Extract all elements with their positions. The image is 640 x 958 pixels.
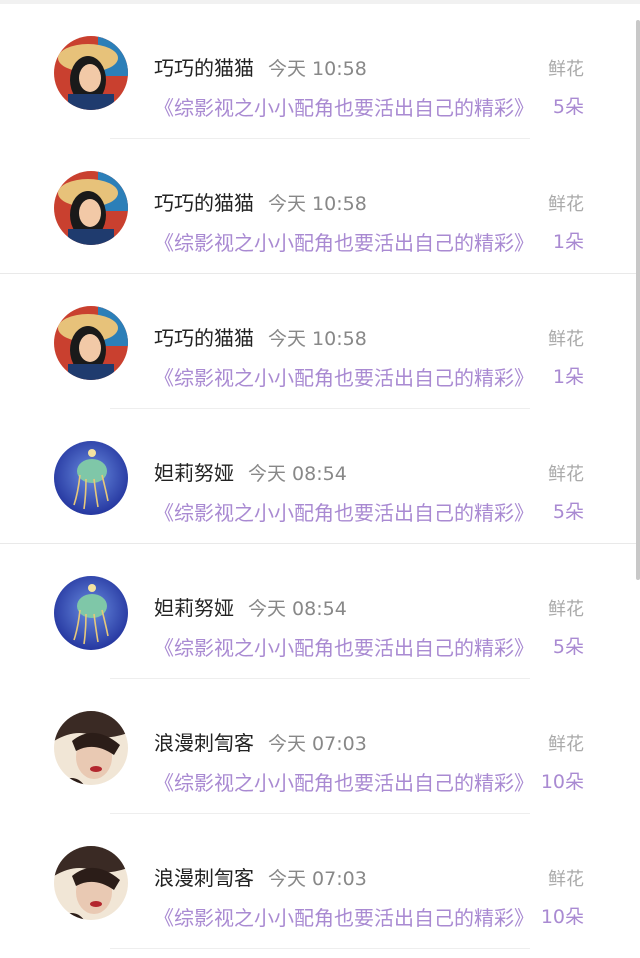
sender-name-text: 浪漫刺訇客 (154, 731, 254, 755)
gift-type-label: 鲜花 (548, 464, 584, 485)
sender-name-text: 巧巧的猫猫 (154, 326, 254, 350)
gift-count: 10朵 (540, 771, 584, 793)
avatar[interactable] (54, 576, 128, 650)
list-item[interactable]: 巧巧的猫猫 今天 10:58 《综影视之小小配角也要活出自己的精彩》 鲜花 1朵 (0, 139, 640, 274)
send-time: 今天 07:03 (268, 868, 367, 890)
send-time: 今天 10:58 (268, 193, 367, 215)
woman-hat-avatar-icon (54, 171, 128, 245)
woman-hat-avatar-icon (54, 306, 128, 380)
gift-type-label: 鲜花 (548, 869, 584, 890)
send-time: 今天 10:58 (268, 58, 367, 80)
hat-woman-portrait-avatar-icon (54, 711, 128, 785)
avatar[interactable] (54, 306, 128, 380)
send-time: 今天 10:58 (268, 328, 367, 350)
book-title-link[interactable]: 《综影视之小小配角也要活出自己的精彩》 (154, 635, 534, 661)
sender-name: 巧巧的猫猫 今天 10:58 (154, 190, 367, 217)
book-title-link[interactable]: 《综影视之小小配角也要活出自己的精彩》 (154, 905, 534, 931)
book-title-link[interactable]: 《综影视之小小配角也要活出自己的精彩》 (154, 95, 534, 121)
woman-hat-avatar-icon (54, 36, 128, 110)
gift-type-label: 鲜花 (548, 59, 584, 80)
send-time: 今天 07:03 (268, 733, 367, 755)
sender-name-text: 妲莉努娅 (154, 461, 234, 485)
avatar[interactable] (54, 441, 128, 515)
jellyfish-avatar-icon (54, 441, 128, 515)
sender-name: 浪漫刺訇客 今天 07:03 (154, 730, 367, 757)
avatar[interactable] (54, 171, 128, 245)
gift-record-list: 巧巧的猫猫 今天 10:58 《综影视之小小配角也要活出自己的精彩》 鲜花 5朵 … (0, 0, 640, 958)
list-item[interactable]: 巧巧的猫猫 今天 10:58 《综影视之小小配角也要活出自己的精彩》 鲜花 1朵 (0, 274, 640, 409)
sender-name-text: 浪漫刺訇客 (154, 866, 254, 890)
book-title-link[interactable]: 《综影视之小小配角也要活出自己的精彩》 (154, 770, 534, 796)
book-title-link[interactable]: 《综影视之小小配角也要活出自己的精彩》 (154, 500, 534, 526)
sender-name: 浪漫刺訇客 今天 07:03 (154, 865, 367, 892)
gift-count: 5朵 (552, 501, 584, 523)
sender-name-text: 妲莉努娅 (154, 596, 234, 620)
list-item[interactable]: 妲莉努娅 今天 08:54 《综影视之小小配角也要活出自己的精彩》 鲜花 5朵 (0, 409, 640, 544)
gift-count: 1朵 (552, 231, 584, 253)
sender-name: 妲莉努娅 今天 08:54 (154, 460, 347, 487)
avatar[interactable] (54, 36, 128, 110)
gift-count: 1朵 (552, 366, 584, 388)
gift-type-label: 鲜花 (548, 734, 584, 755)
send-time: 今天 08:54 (248, 598, 347, 620)
send-time: 今天 08:54 (248, 463, 347, 485)
avatar[interactable] (54, 846, 128, 920)
list-item[interactable]: 浪漫刺訇客 今天 07:03 《综影视之小小配角也要活出自己的精彩》 鲜花 10朵 (0, 679, 640, 814)
list-item[interactable]: 浪漫刺訇客 今天 07:03 《综影视之小小配角也要活出自己的精彩》 鲜花 10朵 (0, 814, 640, 949)
scrollbar[interactable] (636, 20, 640, 580)
sender-name-text: 巧巧的猫猫 (154, 191, 254, 215)
sender-name-text: 巧巧的猫猫 (154, 56, 254, 80)
list-item[interactable]: 巧巧的猫猫 今天 10:58 《综影视之小小配角也要活出自己的精彩》 鲜花 5朵 (0, 4, 640, 139)
gift-count: 5朵 (552, 636, 584, 658)
gift-type-label: 鲜花 (548, 329, 584, 350)
sender-name: 巧巧的猫猫 今天 10:58 (154, 55, 367, 82)
list-item[interactable]: 妲莉努娅 今天 08:54 《综影视之小小配角也要活出自己的精彩》 鲜花 5朵 (0, 544, 640, 679)
gift-type-label: 鲜花 (548, 194, 584, 215)
gift-count: 5朵 (552, 96, 584, 118)
avatar[interactable] (54, 711, 128, 785)
hat-woman-portrait-avatar-icon (54, 846, 128, 920)
sender-name: 巧巧的猫猫 今天 10:58 (154, 325, 367, 352)
row-divider (110, 948, 530, 949)
book-title-link[interactable]: 《综影视之小小配角也要活出自己的精彩》 (154, 365, 534, 391)
gift-type-label: 鲜花 (548, 599, 584, 620)
sender-name: 妲莉努娅 今天 08:54 (154, 595, 347, 622)
gift-count: 10朵 (540, 906, 584, 928)
book-title-link[interactable]: 《综影视之小小配角也要活出自己的精彩》 (154, 230, 534, 256)
jellyfish-avatar-icon (54, 576, 128, 650)
